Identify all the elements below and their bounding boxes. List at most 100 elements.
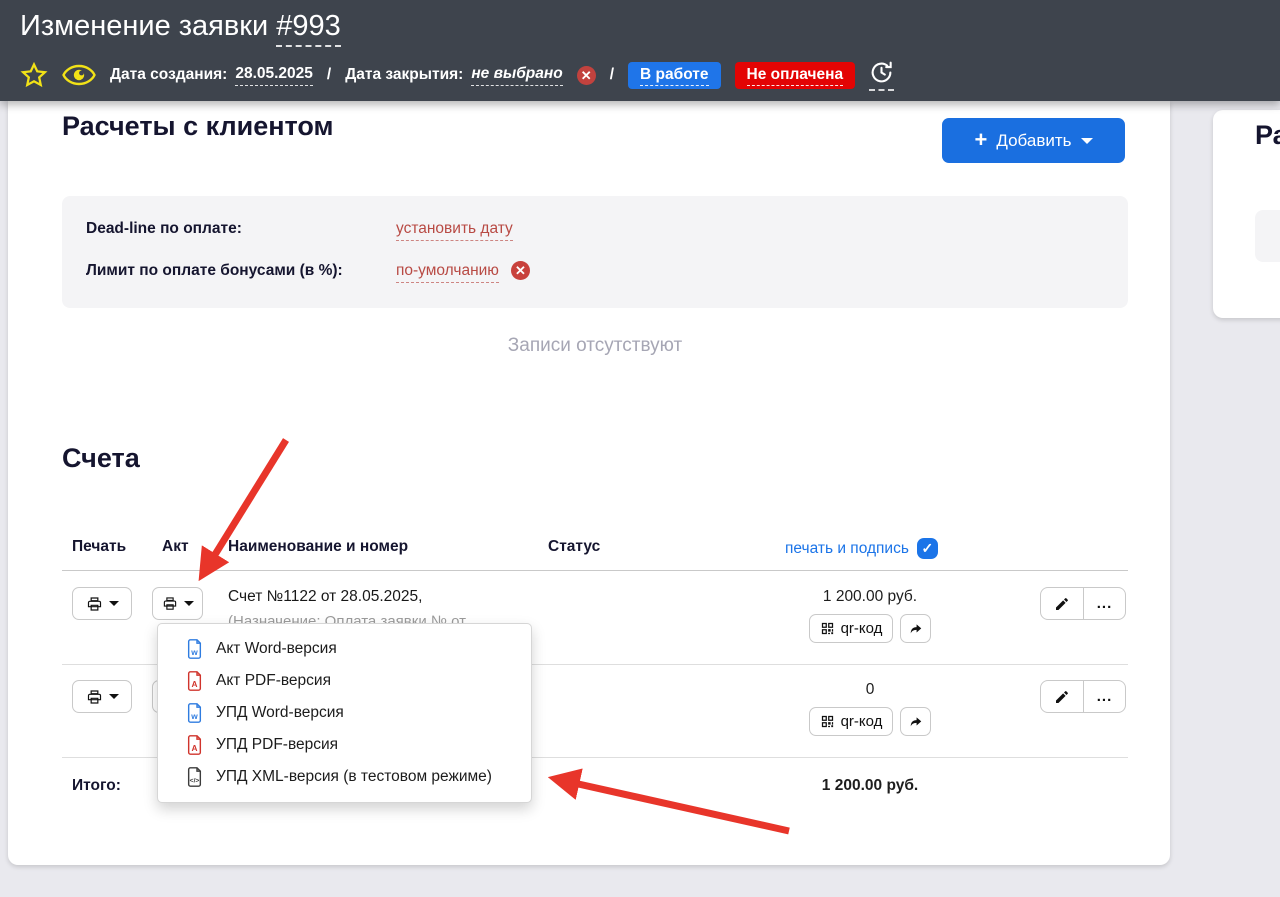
printer-icon	[86, 689, 103, 705]
print-and-sign-toggle[interactable]: печать и подпись ✓	[785, 538, 938, 559]
page-title: Изменение заявки #993	[20, 10, 341, 43]
invoice-amount: 1 200.00 руб.	[785, 588, 955, 606]
request-meta-row: Дата создания: 28.05.2025 / Дата закрыти…	[20, 60, 894, 90]
print-dropdown-button[interactable]	[72, 680, 132, 713]
menu-item-label: УПД PDF-версия	[216, 736, 338, 754]
more-actions-button[interactable]: ...	[1084, 680, 1126, 713]
qr-code-button[interactable]: qr-код	[809, 614, 894, 643]
request-number[interactable]: #993	[276, 10, 341, 47]
star-icon[interactable]	[20, 62, 48, 89]
share-button[interactable]	[900, 707, 931, 736]
invoice-name: Счет №1122 от 28.05.2025,	[228, 588, 422, 606]
svg-text:</>: </>	[190, 777, 200, 784]
row-actions: ...	[1040, 587, 1126, 620]
menu-item-label: УПД XML-версия (в тестовом режиме)	[216, 768, 492, 786]
chevron-down-icon	[109, 694, 119, 699]
empty-records-message: Записи отсутствуют	[62, 335, 1128, 357]
request-header-bar: Изменение заявки #993 Дата создания: 28.…	[0, 0, 1280, 101]
menu-item-label: Акт PDF-версия	[216, 672, 331, 690]
bonus-limit-link[interactable]: по-умолчанию	[396, 262, 499, 283]
clear-bonus-limit-icon[interactable]: ✕	[511, 261, 530, 280]
closing-date-value[interactable]: не выбрано	[471, 65, 562, 86]
share-arrow-icon	[908, 622, 924, 636]
amount-column: 1 200.00 руб. qr-код	[785, 571, 955, 643]
set-deadline-link[interactable]: установить дату	[396, 220, 513, 241]
qr-button-label: qr-код	[841, 713, 883, 730]
total-label: Итого:	[72, 777, 121, 795]
pdf-file-icon: A	[186, 735, 203, 755]
menu-item-upd-xml[interactable]: </> УПД XML-версия (в тестовом режиме)	[158, 761, 531, 793]
closing-date-label: Дата закрытия:	[345, 66, 463, 84]
side-card-title: Ра	[1255, 120, 1280, 151]
deadline-row: Dead-line по оплате: установить дату	[86, 220, 513, 241]
more-label: ...	[1097, 595, 1113, 612]
amount-column: 0 qr-код	[785, 664, 955, 736]
client-settlements-card: Расчеты с клиентом + Добавить Dead-line …	[8, 101, 1170, 865]
svg-text:w: w	[190, 647, 198, 657]
pencil-icon	[1054, 689, 1070, 705]
payment-settings-panel: Dead-line по оплате: установить дату Лим…	[62, 196, 1128, 308]
page: Изменение заявки #993 Дата создания: 28.…	[0, 0, 1280, 897]
qr-code-button[interactable]: qr-код	[809, 707, 894, 736]
qr-button-label: qr-код	[841, 620, 883, 637]
checked-checkbox-icon[interactable]: ✓	[917, 538, 938, 559]
created-date-label: Дата создания:	[110, 66, 227, 84]
qr-icon	[820, 621, 835, 636]
add-button[interactable]: + Добавить	[942, 118, 1125, 163]
print-dropdown-button[interactable]	[72, 587, 132, 620]
side-card-panel	[1255, 210, 1280, 262]
share-button[interactable]	[900, 614, 931, 643]
col-name: Наименование и номер	[228, 538, 408, 556]
more-actions-button[interactable]: ...	[1084, 587, 1126, 620]
menu-item-act-word[interactable]: w Акт Word-версия	[158, 633, 531, 665]
created-date-value[interactable]: 28.05.2025	[235, 65, 313, 86]
col-status: Статус	[548, 538, 600, 556]
bonus-limit-label: Лимит по оплате бонусами (в %):	[86, 262, 396, 280]
print-format-menu: w Акт Word-версия A Акт PDF-версия w УПД…	[157, 623, 532, 803]
history-icon[interactable]	[869, 60, 894, 91]
print-and-sign-label: печать и подпись	[785, 540, 909, 558]
add-button-label: Добавить	[996, 131, 1071, 151]
svg-text:w: w	[190, 711, 198, 721]
divider-slash: /	[327, 66, 331, 84]
menu-item-label: Акт Word-версия	[216, 640, 337, 658]
printer-icon	[86, 596, 103, 612]
edit-button[interactable]	[1040, 680, 1084, 713]
more-label: ...	[1097, 688, 1113, 705]
invoice-amount: 0	[785, 681, 955, 699]
settlements-section-title: Расчеты с клиентом	[62, 111, 334, 142]
printer-icon	[162, 596, 178, 611]
payment-status-badge[interactable]: Не оплачена	[735, 62, 856, 89]
deadline-label: Dead-line по оплате:	[86, 220, 396, 238]
bonus-limit-row: Лимит по оплате бонусами (в %): по-умолч…	[86, 262, 530, 283]
col-act: Акт	[162, 538, 189, 556]
word-file-icon: w	[186, 703, 203, 723]
side-card-partial: Ра	[1213, 110, 1280, 318]
edit-button[interactable]	[1040, 587, 1084, 620]
invoices-section-title: Счета	[62, 443, 140, 474]
remove-circle-icon[interactable]: ✕	[577, 66, 596, 85]
svg-text:A: A	[191, 743, 197, 753]
row-actions: ...	[1040, 680, 1126, 713]
status-badge[interactable]: В работе	[628, 62, 720, 89]
svg-text:A: A	[191, 679, 197, 689]
plus-icon: +	[975, 129, 988, 151]
xml-file-icon: </>	[186, 767, 203, 787]
chevron-down-icon	[184, 601, 194, 606]
menu-item-label: УПД Word-версия	[216, 704, 344, 722]
share-arrow-icon	[908, 715, 924, 729]
divider-slash-2: /	[610, 66, 614, 84]
chevron-down-icon	[109, 601, 119, 606]
pdf-file-icon: A	[186, 671, 203, 691]
menu-item-upd-word[interactable]: w УПД Word-версия	[158, 697, 531, 729]
chevron-down-icon	[1081, 138, 1093, 144]
menu-item-upd-pdf[interactable]: A УПД PDF-версия	[158, 729, 531, 761]
col-print: Печать	[72, 538, 126, 556]
page-title-text: Изменение заявки	[20, 10, 276, 42]
eye-icon[interactable]	[62, 63, 96, 87]
pencil-icon	[1054, 596, 1070, 612]
qr-icon	[820, 714, 835, 729]
word-file-icon: w	[186, 639, 203, 659]
act-print-dropdown-button[interactable]	[152, 587, 203, 620]
menu-item-act-pdf[interactable]: A Акт PDF-версия	[158, 665, 531, 697]
